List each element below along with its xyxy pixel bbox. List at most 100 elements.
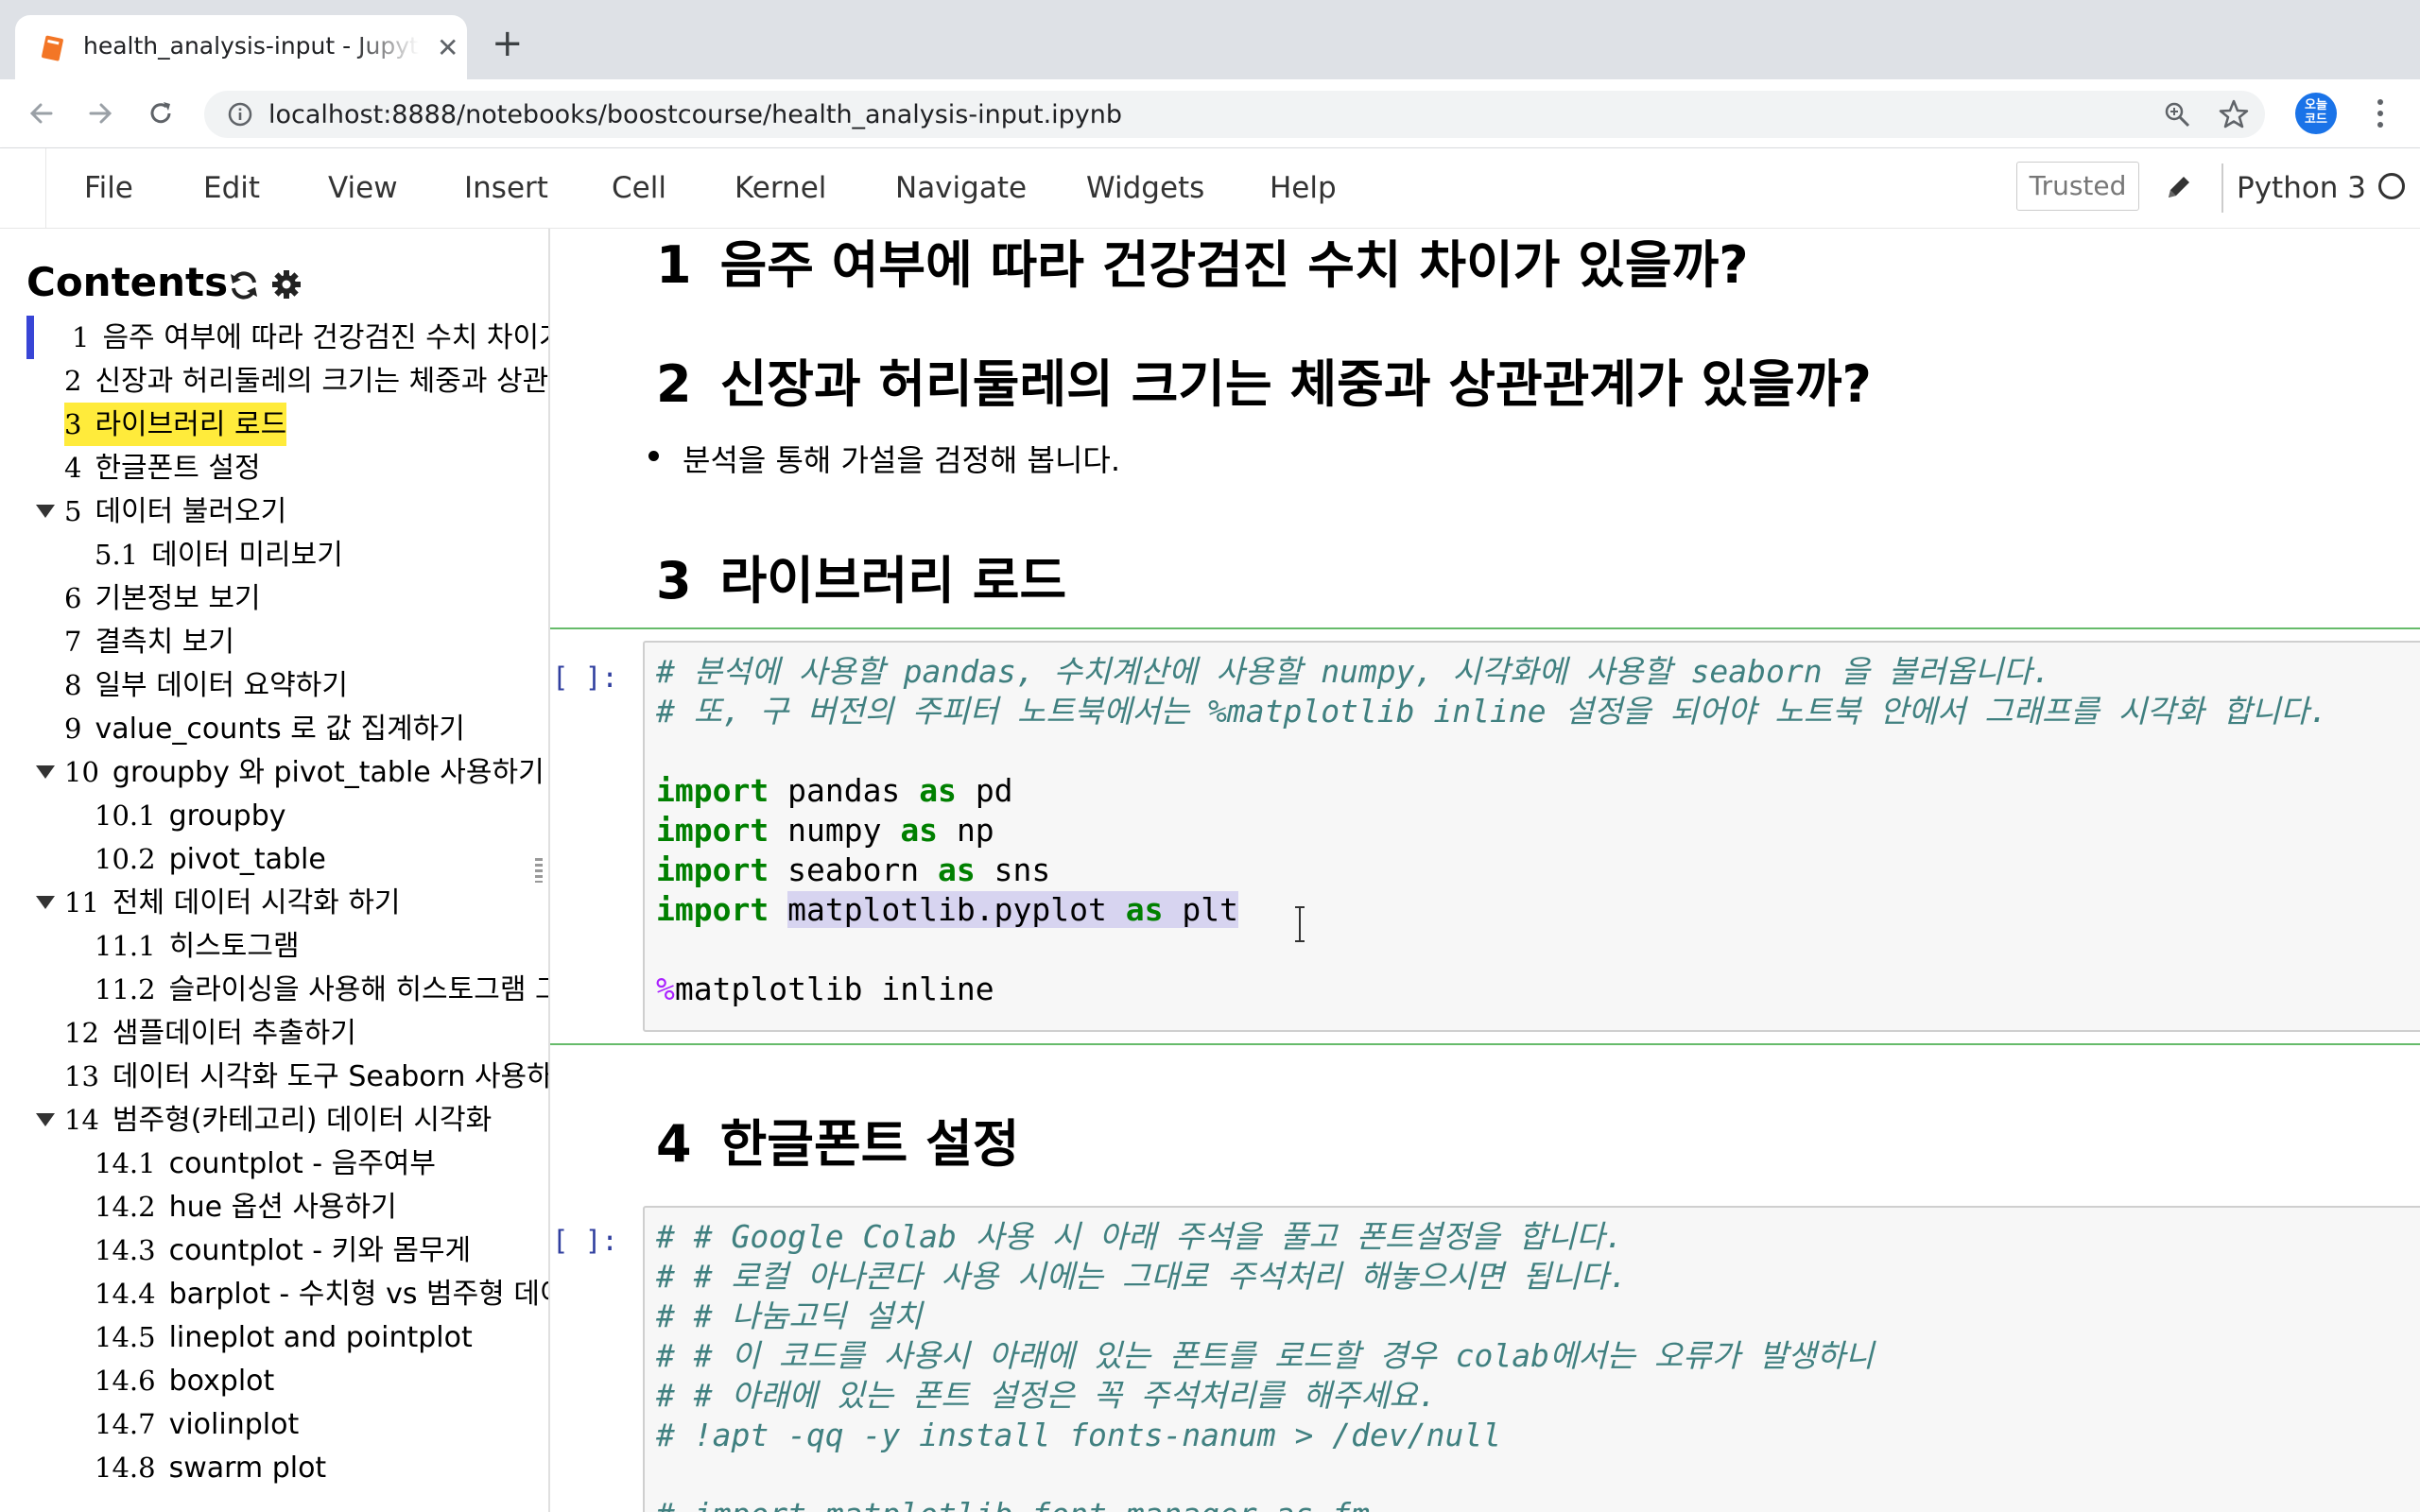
new-tab-icon[interactable]: + xyxy=(492,25,524,62)
menu-insert[interactable]: Insert xyxy=(464,171,548,205)
edit-pencil-icon[interactable] xyxy=(2163,171,2195,203)
collapse-caret-icon[interactable] xyxy=(36,1113,55,1126)
reload-icon[interactable] xyxy=(144,96,178,130)
browser-tab[interactable]: health_analysis-input - Jupyter Notebook… xyxy=(15,15,467,79)
toc-active-indicator xyxy=(26,316,34,359)
code-line: # import matplotlib.font_manager as fm xyxy=(656,1495,1370,1512)
heading-2[interactable]: 2 신장과 허리둘레의 크기는 체중과 상관관계가 있을까? xyxy=(656,342,1872,417)
menu-navigate[interactable]: Navigate xyxy=(895,171,1027,205)
toc-item-label: 기본정보 보기 xyxy=(95,582,261,615)
toc-refresh-icon[interactable] xyxy=(227,268,261,302)
toc-item-label: hue 옵션 사용하기 xyxy=(168,1191,397,1224)
menu-cell[interactable]: Cell xyxy=(612,171,666,205)
toc-item-label: 샘플데이터 추출하기 xyxy=(112,1017,356,1050)
toc-item[interactable]: 8 일부 데이터 요약하기 xyxy=(64,663,348,707)
toc-item[interactable]: 4 한글폰트 설정 xyxy=(64,446,261,490)
code-line-selected: import matplotlib.pyplot as plt xyxy=(656,891,1238,928)
toc-item[interactable]: 14.4 barplot - 수치형 vs 범주형 데이터 xyxy=(95,1272,550,1315)
toc-item[interactable]: 14 범주형(카테고리) 데이터 시각화 xyxy=(36,1098,492,1142)
toc-item[interactable]: 2신장과 허리둘레의 크기는 체중과 상관관계가 있을까? xyxy=(64,359,548,403)
kernel-name[interactable]: Python 3 xyxy=(2237,171,2366,205)
toc-item[interactable]: 10.2 pivot_table xyxy=(95,837,326,881)
toc-item-label: 전체 데이터 시각화 하기 xyxy=(112,886,401,919)
heading-1[interactable]: 1 음주 여부에 따라 건강검진 수치 차이가 있을까? xyxy=(656,229,1749,298)
zoom-icon[interactable] xyxy=(2163,100,2191,129)
toc-item[interactable]: 12 샘플데이터 추출하기 xyxy=(64,1011,356,1055)
menu-kernel[interactable]: Kernel xyxy=(735,171,826,205)
toc-item[interactable]: 10.1 groupby xyxy=(95,794,286,837)
toc-item-label: 음주 여부에 따라 건강검진 수치 차이가 있을까? xyxy=(102,321,548,354)
close-tab-icon[interactable]: ✕ xyxy=(437,34,458,62)
toc-item[interactable]: 10 groupby 와 pivot_table 사용하기 xyxy=(36,750,544,794)
toc-item[interactable]: 5 데이터 불러오기 xyxy=(36,490,287,533)
menu-widgets[interactable]: Widgets xyxy=(1086,171,1204,205)
menu-file[interactable]: File xyxy=(84,171,133,205)
toc-item-label: boxplot xyxy=(168,1365,275,1398)
selected-code-cell[interactable]: [ ]: # 분석에 사용할 pandas, 수치계산에 사용할 numpy, … xyxy=(550,627,2420,1045)
profile-avatar[interactable]: 오늘 코드 xyxy=(2295,93,2337,134)
toc-item-label: groupby xyxy=(168,799,286,833)
toc-item-label: swarm plot xyxy=(168,1452,327,1485)
menu-view[interactable]: View xyxy=(328,171,398,205)
toc-title: Contents xyxy=(26,259,229,305)
toc-item[interactable]: 11 전체 데이터 시각화 하기 xyxy=(36,881,401,924)
menu-help[interactable]: Help xyxy=(1270,171,1337,205)
browser-menu-icon[interactable] xyxy=(2373,96,2388,130)
menu-edit[interactable]: Edit xyxy=(203,171,260,205)
toc-item-label: groupby 와 pivot_table 사용하기 xyxy=(112,756,544,789)
toc-item[interactable]: 9 value_counts 로 값 집계하기 xyxy=(64,707,465,750)
trusted-button[interactable]: Trusted xyxy=(2016,162,2139,211)
toc-item[interactable]: 14.1 countplot - 음주여부 xyxy=(95,1142,436,1185)
back-icon[interactable] xyxy=(25,96,59,130)
code-line: %matplotlib inline xyxy=(656,971,994,1007)
heading-4[interactable]: 4 한글폰트 설정 xyxy=(656,1102,1019,1177)
toc-item-label: 데이터 불러오기 xyxy=(95,495,287,528)
toc-item[interactable]: 11.2슬라이싱을 사용해 히스토그램 그리기 xyxy=(95,968,548,1011)
toc-item[interactable]: 14.2 hue 옵션 사용하기 xyxy=(95,1185,397,1228)
toc-settings-gear-icon[interactable] xyxy=(270,268,302,301)
code-line: # # 아래에 있는 폰트 설정은 꼭 주석처리를 해주세요. xyxy=(656,1377,1437,1414)
heading-3[interactable]: 3 라이브러리 로드 xyxy=(656,539,1066,613)
collapse-caret-icon[interactable] xyxy=(36,765,55,779)
browser-tab-bar: health_analysis-input - Jupyter Notebook… xyxy=(0,0,2420,79)
toc-item[interactable]: 7 결측치 보기 xyxy=(64,620,234,663)
tab-title: health_analysis-input - Jupyter Notebook xyxy=(83,32,419,60)
toc-item[interactable]: 5.1 데이터 미리보기 xyxy=(95,533,343,576)
toc-item[interactable]: 14.7 violinplot xyxy=(95,1402,299,1446)
toc-item-label: 슬라이싱을 사용해 히스토그램 그리기 xyxy=(168,973,548,1006)
code-line: # !apt -qq -y install fonts-nanum > /dev… xyxy=(656,1417,1502,1453)
collapse-caret-icon[interactable] xyxy=(36,896,55,909)
forward-icon[interactable] xyxy=(83,96,117,130)
toc-item[interactable]: 11.1 히스토그램 xyxy=(95,924,300,968)
toc-item[interactable]: 13 데이터 시각화 도구 Seaborn 사용하기 xyxy=(64,1055,550,1098)
site-info-icon[interactable] xyxy=(227,101,253,128)
bookmark-star-icon[interactable] xyxy=(2218,98,2250,130)
jupyter-menubar: File Edit View Insert Cell Kernel Naviga… xyxy=(0,148,2420,229)
toc-item[interactable]: 6 기본정보 보기 xyxy=(64,576,261,620)
toc-item[interactable]: 14.3 countplot - 키와 몸무게 xyxy=(95,1228,471,1272)
browser-toolbar: localhost:8888/notebooks/boostcourse/hea… xyxy=(0,79,2420,148)
toc-item[interactable]: 1음주 여부에 따라 건강검진 수치 차이가 있을까? xyxy=(72,316,548,359)
code-line: # # 이 코드를 사용시 아래에 있는 폰트를 로드할 경우 colab에서는… xyxy=(656,1337,1875,1374)
address-bar[interactable]: localhost:8888/notebooks/boostcourse/hea… xyxy=(204,91,2265,138)
toc-item[interactable]: 14.8 swarm plot xyxy=(95,1446,326,1489)
toc-item-current[interactable]: 3 라이브러리 로드 xyxy=(64,403,287,446)
toc-item-label: 결측치 보기 xyxy=(95,626,234,659)
toc-item-label: 데이터 시각화 도구 Seaborn 사용하기 xyxy=(112,1060,550,1093)
collapse-caret-icon[interactable] xyxy=(36,505,55,518)
code-line: # # 나눔고딕 설치 xyxy=(656,1297,923,1334)
bullet-text: 분석을 통해 가설을 검정해 봅니다. xyxy=(648,437,1120,480)
toc-sidebar: Contents 1음주 여부에 따라 건강검진 수치 차이가 있을까? 2신장… xyxy=(0,229,550,1512)
code-line: # 분석에 사용할 pandas, 수치계산에 사용할 numpy, 시각화에 … xyxy=(656,653,2051,690)
code-editor[interactable]: # # Google Colab 사용 시 아래 주석을 풀고 폰트설정을 합니… xyxy=(643,1206,2420,1512)
toc-item-label: 히스토그램 xyxy=(168,930,300,963)
toc-item-label: pivot_table xyxy=(168,843,326,876)
toc-resize-handle[interactable] xyxy=(535,858,543,883)
toc-item-label: violinplot xyxy=(168,1408,300,1441)
toc-item-label: barplot - 수치형 vs 범주형 데이터 xyxy=(168,1278,550,1311)
code-editor[interactable]: # 분석에 사용할 pandas, 수치계산에 사용할 numpy, 시각화에 … xyxy=(643,641,2420,1032)
code-line: import pandas as pd xyxy=(656,772,1013,809)
toc-item[interactable]: 14.6 boxplot xyxy=(95,1359,274,1402)
url-text[interactable]: localhost:8888/notebooks/boostcourse/hea… xyxy=(268,100,1122,129)
toc-item[interactable]: 14.5 lineplot and pointplot xyxy=(95,1315,473,1359)
